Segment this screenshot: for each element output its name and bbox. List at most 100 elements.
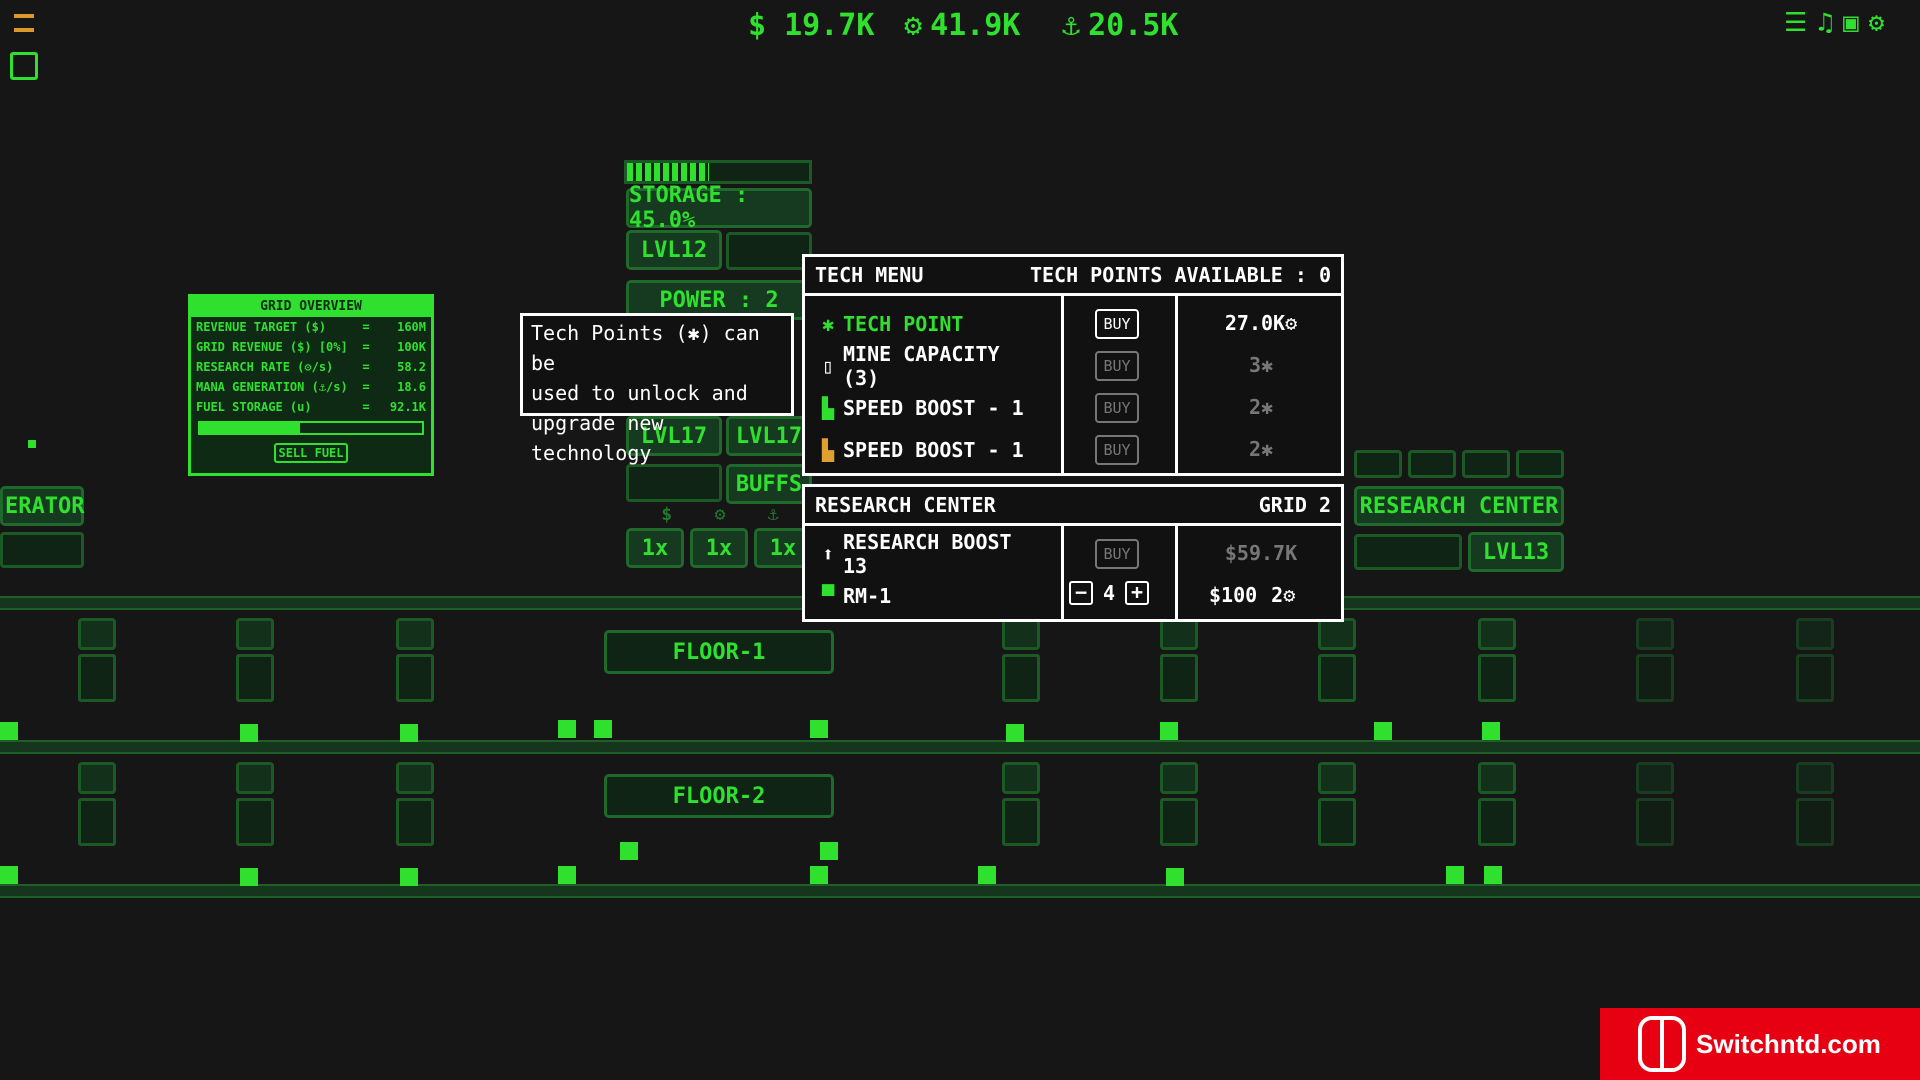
research-center-header: RESEARCH CENTER GRID 2 (805, 487, 1341, 526)
watermark-text: Switchntd.com (1696, 1028, 1881, 1059)
ore-cart (1160, 722, 1178, 740)
storage-bar (624, 160, 812, 184)
research-tab-1[interactable] (1354, 450, 1402, 478)
mine-unit[interactable] (1636, 618, 1674, 718)
speed-boost-price: 2✱ (1248, 395, 1274, 419)
buy-speed-boost-button[interactable]: BUY (1095, 435, 1139, 465)
menu-icon[interactable] (14, 14, 34, 32)
mine-unit[interactable] (1478, 618, 1516, 718)
overview-value: 100K (397, 340, 426, 354)
floor-2-label[interactable]: FLOOR-2 (604, 774, 834, 818)
mine-unit[interactable] (236, 762, 274, 862)
left-machine-label[interactable]: ERATOR (0, 486, 84, 526)
ore-cart (1446, 866, 1464, 884)
tech-points-tooltip: Tech Points (✱) can be used to unlock an… (520, 313, 794, 465)
ore-cart (558, 866, 576, 884)
research-center-label[interactable]: RESEARCH CENTER (1354, 486, 1564, 526)
research-display: ⚙ 41.9K (904, 8, 1020, 43)
mine-unit[interactable] (78, 618, 116, 718)
overview-value: 18.6 (397, 380, 426, 394)
mine-unit[interactable] (1160, 618, 1198, 718)
ore-cart (240, 868, 258, 886)
tech-item-tech-point[interactable]: ✱ TECH POINT (805, 303, 1041, 345)
overview-value: 160M (397, 320, 426, 334)
mine-unit[interactable] (396, 762, 434, 862)
buff-slot (626, 464, 722, 502)
minus-button[interactable]: − (1069, 581, 1093, 605)
mana-display: ⚓ 20.5K (1062, 8, 1178, 43)
buy-speed-boost-button[interactable]: BUY (1095, 393, 1139, 423)
tech-item-label: TECH POINT (843, 312, 964, 336)
mine-unit[interactable] (1478, 762, 1516, 862)
mine-unit[interactable] (1160, 762, 1198, 862)
mine-unit[interactable] (78, 762, 116, 862)
multiplier-2[interactable]: 1x (690, 528, 748, 568)
sell-fuel-label: SELL FUEL (278, 446, 344, 460)
save-icon[interactable]: ▣ (1843, 8, 1859, 38)
music-icon[interactable]: ♫ (1817, 8, 1833, 38)
overview-key: FUEL STORAGE (u) (196, 400, 312, 414)
overview-row: MANA GENERATION (⚓/s) = 18.6 (191, 377, 431, 397)
research-counter: 41.9K (930, 8, 1021, 43)
ore-cart (810, 866, 828, 884)
ore-cart (820, 842, 838, 860)
mine-unit[interactable] (236, 618, 274, 718)
rm-label: RM-1 (843, 584, 892, 608)
sell-fuel-button[interactable]: SELL FUEL (274, 443, 348, 463)
ore-cart (400, 724, 418, 742)
money-display: $ 19.7K (748, 8, 874, 43)
research-boost-row[interactable]: ⬆ RESEARCH BOOST 13 (805, 530, 1041, 578)
mine-unit[interactable] (1002, 762, 1040, 862)
rm-price-group: $100 2⚙ (1209, 583, 1295, 607)
mine-unit[interactable] (1318, 618, 1356, 718)
anchor-icon: ⚓ (767, 504, 779, 525)
grid-overview-title: GRID OVERVIEW (191, 297, 431, 317)
green-cart-icon: ▙ (821, 396, 835, 420)
research-tab-4[interactable] (1516, 450, 1564, 478)
research-center-title: RESEARCH CENTER (815, 493, 996, 517)
grid-overview-panel: GRID OVERVIEW REVENUE TARGET ($) = 160M GR… (188, 294, 434, 476)
tech-item-speed-boost-2[interactable]: ▙ SPEED BOOST - 1 (805, 429, 1041, 471)
overview-key: GRID REVENUE ($) [0%] (196, 340, 348, 354)
mine-unit[interactable] (1318, 762, 1356, 862)
research-center-panel: RESEARCH CENTER GRID 2 ⬆ RESEARCH BOOST … (802, 484, 1344, 622)
research-center-level[interactable]: LVL13 (1468, 532, 1564, 572)
ore-cart (978, 866, 996, 884)
buy-mine-capacity-button[interactable]: BUY (1095, 351, 1139, 381)
watermark-badge: Switchntd.com (1600, 1008, 1920, 1080)
research-tab-3[interactable] (1462, 450, 1510, 478)
notes-icon[interactable] (10, 52, 38, 80)
mine-unit[interactable] (1636, 762, 1674, 862)
research-tabs (1354, 450, 1564, 478)
research-tab-2[interactable] (1408, 450, 1456, 478)
floor-1-label[interactable]: FLOOR-1 (604, 630, 834, 674)
up-arrow-icon: ⬆ (821, 542, 835, 566)
overview-row: RESEARCH RATE (⚙/s) = 58.2 (191, 357, 431, 377)
fuel-bar (198, 421, 424, 435)
rm-row[interactable]: ▀ RM-1 (805, 575, 1041, 617)
list-icon[interactable]: ☰ (1784, 8, 1807, 38)
rm-cart-icon: ▀ (821, 584, 835, 608)
mine-unit[interactable] (396, 618, 434, 718)
rail-bottom (0, 884, 1920, 898)
multiplier-1[interactable]: 1x (626, 528, 684, 568)
ore-cart (1006, 724, 1024, 742)
ore-cart (620, 842, 638, 860)
power-text: POWER : 2 (659, 287, 779, 313)
mine-unit[interactable] (1002, 618, 1040, 718)
tech-item-speed-boost-1[interactable]: ▙ SPEED BOOST - 1 (805, 387, 1041, 429)
buy-tech-point-button[interactable]: BUY (1095, 309, 1139, 339)
buffs-button[interactable]: BUFFS (726, 464, 812, 504)
tech-menu-panel: TECH MENU TECH POINTS AVAILABLE : 0 ✱ TE… (802, 254, 1344, 476)
settings-icon[interactable]: ⚙ (1869, 8, 1885, 38)
plus-button[interactable]: + (1125, 581, 1150, 605)
tech-point-icon: ✱ (821, 312, 835, 336)
mine-unit[interactable] (1796, 618, 1834, 718)
tech-point-price: 27.0K⚙ (1224, 311, 1298, 335)
buy-research-boost-button[interactable]: BUY (1095, 539, 1139, 569)
tech-menu-title: TECH MENU (815, 263, 924, 287)
tech-item-mine-capacity[interactable]: ▯ MINE CAPACITY (3) (805, 342, 1041, 390)
mine-unit[interactable] (1796, 762, 1834, 862)
research-boost-label: RESEARCH BOOST 13 (843, 530, 1012, 578)
machine-level-button[interactable]: LVL12 (626, 230, 722, 270)
